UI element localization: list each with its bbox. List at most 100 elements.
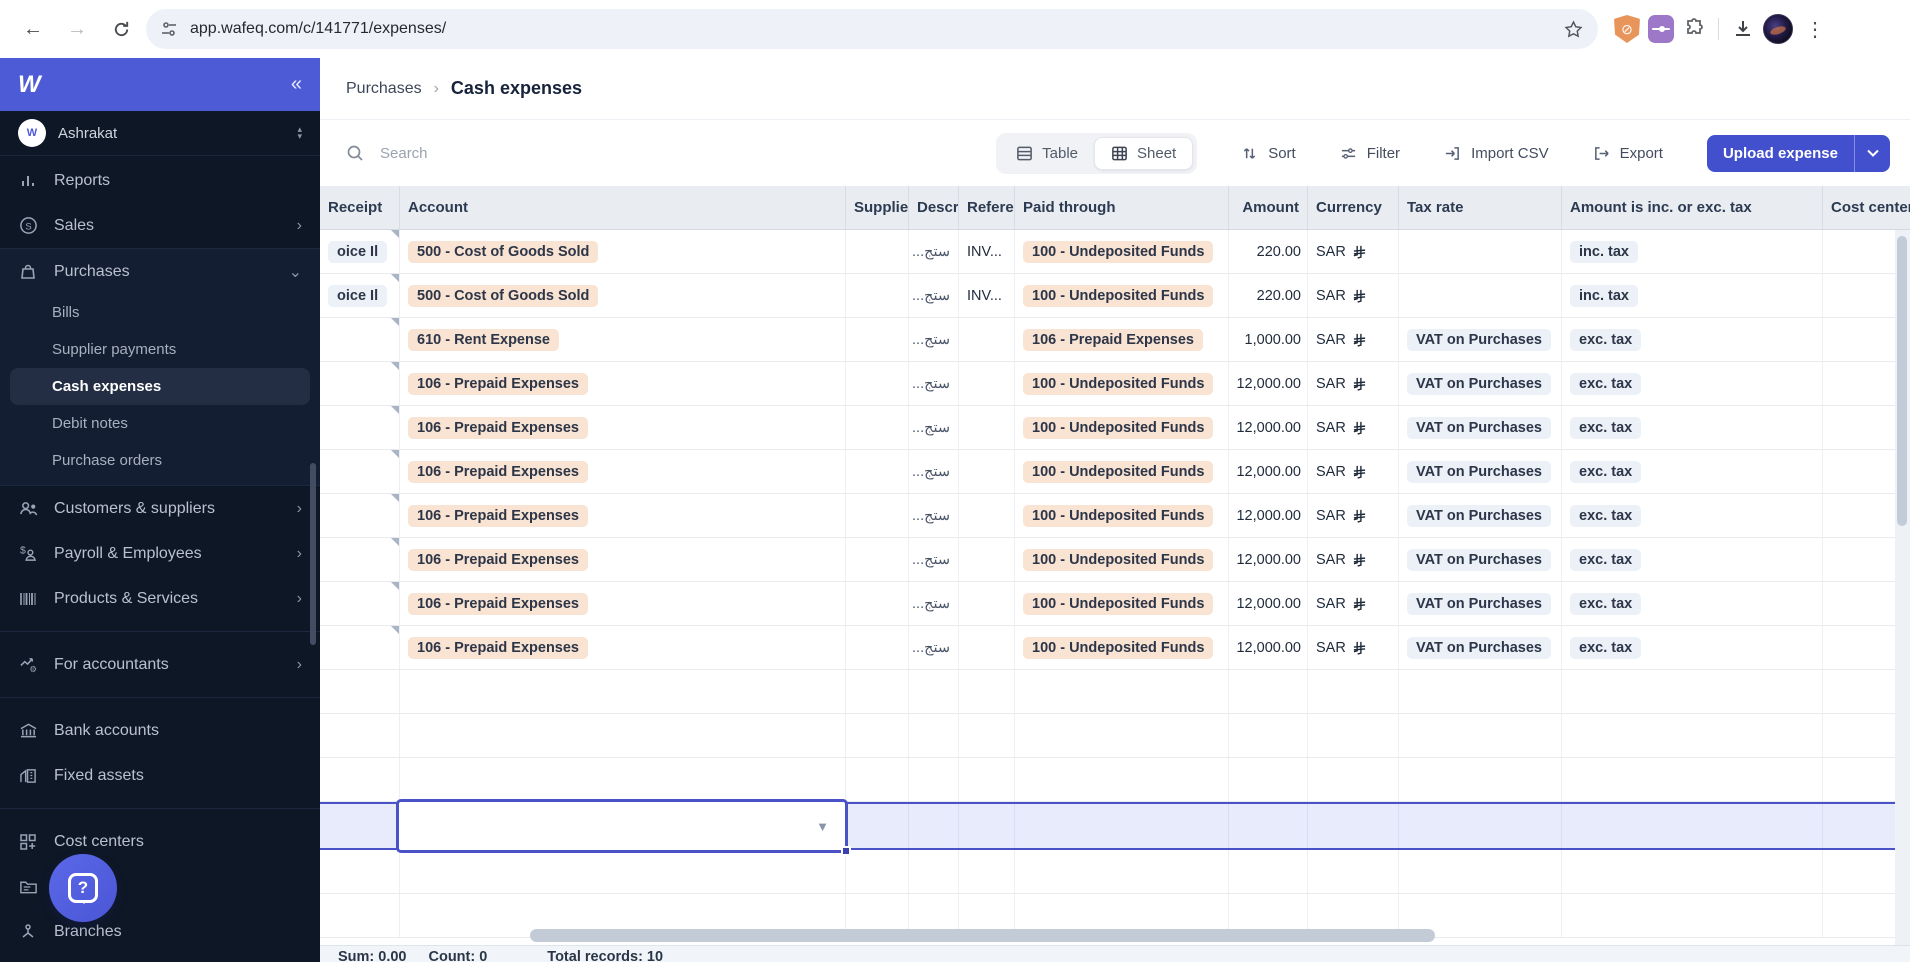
cell-amount[interactable] — [1229, 850, 1308, 893]
cell-description[interactable]: ستج... — [909, 538, 959, 581]
cell-description[interactable]: ستج... — [909, 450, 959, 493]
cell-inc_exc[interactable]: exc. tax — [1562, 362, 1823, 405]
bookmark-star-icon[interactable] — [1563, 19, 1584, 40]
cell-tax_rate[interactable]: VAT on Purchases — [1399, 626, 1562, 669]
cell-tax_rate[interactable]: VAT on Purchases — [1399, 582, 1562, 625]
horizontal-scrollbar-thumb[interactable] — [530, 929, 1435, 942]
filter-button[interactable]: Filter — [1340, 145, 1400, 162]
cell-tax_rate[interactable] — [1399, 758, 1562, 801]
cell-receipt[interactable] — [320, 714, 400, 757]
cell-currency[interactable]: SAR — [1308, 582, 1399, 625]
browser-menu-kebab-icon[interactable]: ⋮ — [1801, 10, 1829, 48]
cell-inc_exc[interactable] — [1562, 850, 1823, 893]
cell-amount[interactable]: 220.00 — [1229, 274, 1308, 317]
column-header-cost_center[interactable]: Cost center — [1823, 186, 1910, 229]
url-text[interactable]: app.wafeq.com/c/141771/expenses/ — [190, 20, 1551, 38]
fill-handle[interactable] — [841, 846, 851, 856]
column-header-amount[interactable]: Amount — [1229, 186, 1308, 229]
cell-paid_through[interactable]: 100 - Undeposited Funds — [1015, 362, 1229, 405]
cell-account[interactable]: 106 - Prepaid Expenses — [400, 538, 846, 581]
cell-account[interactable] — [400, 850, 846, 893]
column-header-account[interactable]: Account — [400, 186, 846, 229]
sort-button[interactable]: Sort — [1241, 145, 1296, 162]
cell-tax_rate[interactable] — [1399, 850, 1562, 893]
cell-currency[interactable]: SAR — [1308, 230, 1399, 273]
cell-receipt[interactable] — [320, 804, 400, 848]
sidebar-item-projects[interactable]: Projects — [0, 864, 320, 909]
sidebar-item-payroll-employees[interactable]: $ Payroll & Employees › — [0, 531, 320, 576]
cell-account[interactable]: 106 - Prepaid Expenses — [400, 406, 846, 449]
cell-supplier[interactable] — [846, 804, 909, 848]
cell-amount[interactable]: 12,000.00 — [1229, 494, 1308, 537]
cell-amount[interactable]: 12,000.00 — [1229, 582, 1308, 625]
cell-description[interactable]: ستج... — [909, 582, 959, 625]
sidebar-item-reports[interactable]: Reports — [0, 158, 320, 203]
sidebar-collapse-icon[interactable]: « — [291, 73, 302, 96]
cell-tax_rate[interactable]: VAT on Purchases — [1399, 318, 1562, 361]
cell-inc_exc[interactable]: inc. tax — [1562, 230, 1823, 273]
cell-reference[interactable] — [959, 626, 1015, 669]
cell-tax_rate[interactable] — [1399, 274, 1562, 317]
cell-description[interactable] — [909, 850, 959, 893]
cell-inc_exc[interactable]: exc. tax — [1562, 538, 1823, 581]
cell-paid_through[interactable]: 100 - Undeposited Funds — [1015, 274, 1229, 317]
cell-inc_exc[interactable]: exc. tax — [1562, 318, 1823, 361]
cell-inc_exc[interactable]: exc. tax — [1562, 582, 1823, 625]
cell-currency[interactable]: SAR — [1308, 494, 1399, 537]
cell-reference[interactable] — [959, 450, 1015, 493]
cell-tax_rate[interactable]: VAT on Purchases — [1399, 538, 1562, 581]
cell-receipt[interactable] — [320, 758, 400, 801]
column-header-tax_rate[interactable]: Tax rate — [1399, 186, 1562, 229]
cell-tax_rate[interactable] — [1399, 714, 1562, 757]
sidebar-item-bills[interactable]: Bills — [0, 294, 320, 331]
cell-description[interactable]: ستج... — [909, 362, 959, 405]
cell-currency[interactable] — [1308, 758, 1399, 801]
cell-tax_rate[interactable]: VAT on Purchases — [1399, 450, 1562, 493]
cell-description[interactable]: ستج... — [909, 406, 959, 449]
address-bar[interactable]: app.wafeq.com/c/141771/expenses/ — [146, 9, 1598, 49]
cell-supplier[interactable] — [846, 714, 909, 757]
export-button[interactable]: Export — [1593, 145, 1663, 162]
cell-reference[interactable] — [959, 758, 1015, 801]
cell-receipt[interactable]: oice Il — [320, 274, 400, 317]
browser-back-button[interactable]: ← — [14, 10, 52, 48]
cell-description[interactable]: ستج... — [909, 230, 959, 273]
cell-supplier[interactable] — [846, 494, 909, 537]
cell-description[interactable]: ستج... — [909, 494, 959, 537]
cell-paid_through[interactable]: 100 - Undeposited Funds — [1015, 582, 1229, 625]
cell-paid_through[interactable] — [1015, 714, 1229, 757]
cell-paid_through[interactable] — [1015, 804, 1229, 848]
cell-receipt[interactable] — [320, 494, 400, 537]
cell-supplier[interactable] — [846, 318, 909, 361]
workspace-switch-chevrons-icon[interactable]: ▴ ▾ — [297, 125, 302, 141]
cell-amount[interactable]: 12,000.00 — [1229, 406, 1308, 449]
view-toggle-sheet[interactable]: Sheet — [1094, 136, 1194, 170]
sidebar-item-sales[interactable]: S Sales › — [0, 203, 320, 248]
sidebar-item-purchase-orders[interactable]: Purchase orders — [0, 442, 320, 479]
cell-description[interactable] — [909, 670, 959, 713]
cell-inc_exc[interactable]: exc. tax — [1562, 494, 1823, 537]
browser-profile-avatar[interactable] — [1763, 14, 1793, 44]
cell-inc_exc[interactable]: inc. tax — [1562, 274, 1823, 317]
purple-extension-icon[interactable] — [1648, 15, 1674, 43]
upload-expense-dropdown[interactable] — [1854, 134, 1890, 172]
cell-reference[interactable] — [959, 494, 1015, 537]
cell-tax_rate[interactable] — [1399, 670, 1562, 713]
cell-amount[interactable] — [1229, 804, 1308, 848]
cell-account[interactable] — [400, 670, 846, 713]
browser-reload-button[interactable] — [102, 10, 140, 48]
cell-reference[interactable] — [959, 538, 1015, 581]
cell-account[interactable]: 610 - Rent Expense — [400, 318, 846, 361]
cell-receipt[interactable] — [320, 894, 400, 937]
cell-amount[interactable] — [1229, 714, 1308, 757]
cell-paid_through[interactable] — [1015, 670, 1229, 713]
cell-inc_exc[interactable]: exc. tax — [1562, 406, 1823, 449]
cell-account[interactable] — [400, 714, 846, 757]
cell-description[interactable]: ستج... — [909, 318, 959, 361]
cell-amount[interactable]: 12,000.00 — [1229, 538, 1308, 581]
cell-supplier[interactable] — [846, 626, 909, 669]
search-box[interactable] — [346, 143, 646, 163]
cell-paid_through[interactable]: 100 - Undeposited Funds — [1015, 450, 1229, 493]
cell-supplier[interactable] — [846, 582, 909, 625]
cell-tax_rate[interactable] — [1399, 804, 1562, 848]
